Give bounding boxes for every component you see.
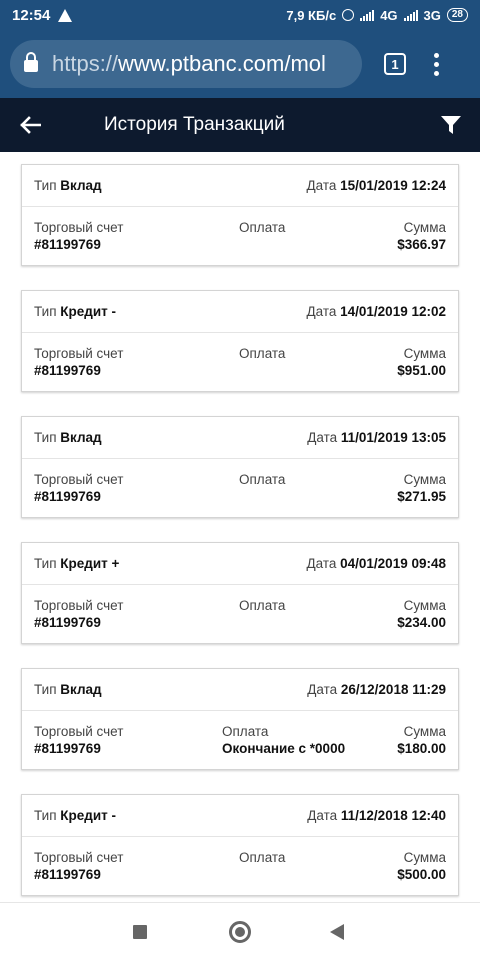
alarm-icon xyxy=(342,9,355,21)
type-label: Тип xyxy=(34,178,57,193)
date-label: Дата xyxy=(307,682,338,697)
account-label: Торговый счет xyxy=(34,598,124,613)
url-bar[interactable]: https:// www.ptbanc.com/mol xyxy=(10,40,362,88)
amount-label: Сумма xyxy=(403,850,446,865)
transaction-list[interactable]: Тип Вклад Дата 15/01/2019 12:24 Торговый… xyxy=(0,152,480,902)
account-label: Торговый счет xyxy=(34,472,124,487)
type-label: Тип xyxy=(34,808,57,823)
payment-label: Оплата xyxy=(239,346,286,361)
network-type-1: 4G xyxy=(380,7,398,23)
warning-icon xyxy=(58,8,73,22)
payment-label: Оплата xyxy=(222,724,269,739)
transaction-date: 04/01/2019 09:48 xyxy=(340,556,446,571)
account-number: #81199769 xyxy=(34,615,101,630)
amount-value: $366.97 xyxy=(397,237,446,252)
transaction-card[interactable]: Тип Вклад Дата 15/01/2019 12:24 Торговый… xyxy=(21,164,459,266)
amount-value: $271.95 xyxy=(397,489,446,504)
type-label: Тип xyxy=(34,304,57,319)
transaction-date: 26/12/2018 11:29 xyxy=(340,682,446,697)
arrow-left-icon xyxy=(20,116,41,134)
date-label: Дата xyxy=(306,178,337,193)
transaction-type: Вклад xyxy=(60,178,102,193)
date-label: Дата xyxy=(307,430,338,445)
status-time: 12:54 xyxy=(12,6,51,24)
date-label: Дата xyxy=(307,808,338,823)
amount-label: Сумма xyxy=(403,724,446,739)
signal-icon-2 xyxy=(403,9,418,21)
lock-icon xyxy=(24,52,38,72)
amount-value: $234.00 xyxy=(397,615,446,630)
filter-icon[interactable] xyxy=(440,114,462,136)
transaction-date: 11/01/2019 13:05 xyxy=(340,430,446,445)
transaction-date: 11/12/2018 12:40 xyxy=(340,808,446,823)
transaction-card[interactable]: Тип Кредит - Дата 11/12/2018 12:40 Торго… xyxy=(21,794,459,896)
transaction-type: Кредит + xyxy=(60,556,120,571)
amount-value: $500.00 xyxy=(397,867,446,882)
browser-menu-button[interactable] xyxy=(434,52,439,76)
tab-switcher-button[interactable]: 1 xyxy=(384,53,406,75)
transaction-card[interactable]: Тип Кредит + Дата 04/01/2019 09:48 Торго… xyxy=(21,542,459,644)
payment-label: Оплата xyxy=(239,598,286,613)
transaction-type: Вклад xyxy=(60,430,102,445)
account-number: #81199769 xyxy=(34,237,101,252)
amount-value: $951.00 xyxy=(397,363,446,378)
payment-label: Оплата xyxy=(239,850,286,865)
transaction-card[interactable]: Тип Вклад Дата 11/01/2019 13:05 Торговый… xyxy=(21,416,459,518)
amount-label: Сумма xyxy=(403,472,446,487)
payment-value: Окончание с *0000 xyxy=(222,741,346,756)
back-button[interactable] xyxy=(0,98,60,152)
account-label: Торговый счет xyxy=(34,220,124,235)
network-speed: 7,9 КБ/с xyxy=(286,7,337,23)
amount-label: Сумма xyxy=(403,220,446,235)
transaction-type: Кредит - xyxy=(60,304,117,319)
page-title: История Транзакций xyxy=(104,114,285,135)
battery-icon: 28 xyxy=(446,8,468,22)
account-label: Торговый счет xyxy=(34,724,124,739)
account-number: #81199769 xyxy=(34,741,101,756)
account-label: Торговый счет xyxy=(34,346,124,361)
amount-value: $180.00 xyxy=(397,741,446,756)
amount-label: Сумма xyxy=(403,346,446,361)
status-bar: 12:54 7,9 КБ/с 4G 3G 28 xyxy=(0,0,480,30)
url-host: www.ptbanc.com/mol xyxy=(118,51,326,76)
type-label: Тип xyxy=(34,430,57,445)
transaction-card[interactable]: Тип Кредит - Дата 14/01/2019 12:02 Торго… xyxy=(21,290,459,392)
payment-label: Оплата xyxy=(239,220,286,235)
network-type-2: 3G xyxy=(423,7,441,23)
type-label: Тип xyxy=(34,556,57,571)
transaction-date: 14/01/2019 12:02 xyxy=(340,304,446,319)
nav-back-button[interactable] xyxy=(330,924,344,940)
date-label: Дата xyxy=(306,556,337,571)
account-number: #81199769 xyxy=(34,867,101,882)
type-label: Тип xyxy=(34,682,57,697)
transaction-type: Вклад xyxy=(60,682,102,697)
browser-toolbar: https:// www.ptbanc.com/mol 1 xyxy=(0,30,480,98)
amount-label: Сумма xyxy=(403,598,446,613)
signal-icon xyxy=(360,9,375,21)
transaction-date: 15/01/2019 12:24 xyxy=(340,178,446,193)
account-label: Торговый счет xyxy=(34,850,124,865)
payment-label: Оплата xyxy=(239,472,286,487)
system-nav-bar xyxy=(0,902,480,960)
account-number: #81199769 xyxy=(34,363,101,378)
home-button[interactable] xyxy=(229,921,251,943)
transaction-type: Кредит - xyxy=(60,808,117,823)
app-header: История Транзакций xyxy=(0,98,480,152)
date-label: Дата xyxy=(306,304,337,319)
transaction-card[interactable]: Тип Вклад Дата 26/12/2018 11:29 Торговый… xyxy=(21,668,459,770)
account-number: #81199769 xyxy=(34,489,101,504)
recents-button[interactable] xyxy=(133,925,147,939)
url-protocol: https:// xyxy=(52,51,119,76)
